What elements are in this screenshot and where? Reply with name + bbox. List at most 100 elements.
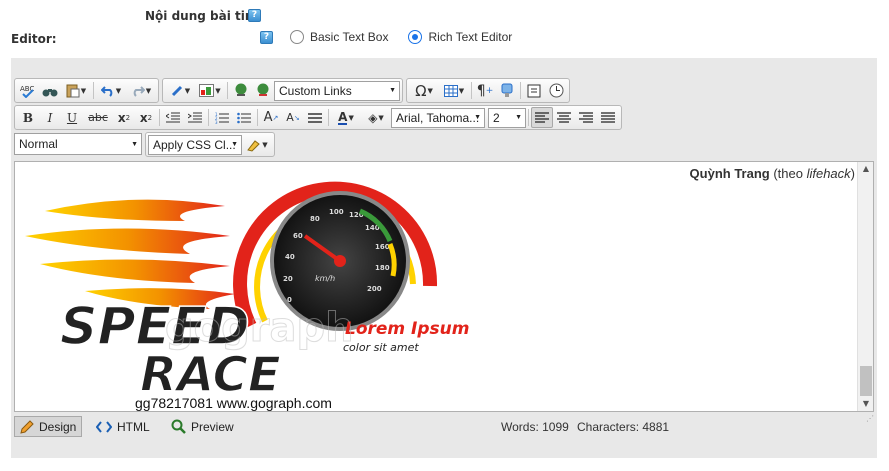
scroll-down-icon[interactable]: ▼ [858,397,873,411]
numbered-list-icon[interactable]: 123 [211,107,233,128]
indent-icon[interactable] [184,107,206,128]
speedometer-tick: 200 [367,285,382,293]
spellcheck-icon[interactable]: ABC [17,80,39,101]
toolbar-group-special: Ω ▼ ▼ ¶ + [406,78,570,103]
unlink-icon[interactable] [252,80,274,101]
magnifier-icon [171,419,186,434]
find-replace-icon[interactable] [39,80,61,101]
hyperlink-icon[interactable] [230,80,252,101]
horizontal-rule-icon[interactable] [304,107,326,128]
font-color-icon[interactable]: A ▼ [331,107,361,128]
image-caption: gg78217081 www.gograph.com [135,395,332,411]
html-mode-label: HTML [117,419,150,434]
superscript-icon[interactable]: x2 [113,107,135,128]
justify-icon[interactable] [597,107,619,128]
logo-tagline-1: Lorem Ipsum [345,319,470,339]
preview-mode-button[interactable]: Preview [166,416,239,437]
toolbar-row-2: B I U abc x2 x2 123 A ↗ A ↘ A ▼ ◈ ▼ Aria… [14,105,622,130]
paragraph-style-select[interactable]: Normal ▼ [14,133,142,155]
speedometer-tick: 40 [285,253,295,261]
watermark: gograph [165,305,354,351]
font-size-increase-icon[interactable]: A ↗ [260,107,282,128]
editor-status-bar: Design HTML Preview Words: 1099 Characte… [11,414,877,438]
redo-icon[interactable]: ▼ [126,80,156,101]
editor-content-area[interactable]: Quỳnh Trang (theo lifehack) 0 20 40 60 8… [14,161,874,412]
paragraph-mark-icon[interactable]: ¶ + [474,80,496,101]
toolbar-group-css: Apply CSS Cl... ▼ ▼ [145,132,275,157]
subscript-icon[interactable]: x2 [135,107,157,128]
highlight-icon[interactable]: ◈ ▼ [361,107,391,128]
editor-label: Editor: [11,32,57,46]
strikethrough-icon[interactable]: abc [83,107,113,128]
vertical-scrollbar[interactable]: ▲ ▼ [857,162,873,411]
toolbar-row-1: ABC ▼ ▼ ▼ ▼ ▼ Custom Links ▼ Ω ▼ ▼ ¶ + [14,78,570,103]
custom-links-select[interactable]: Custom Links ▼ [274,80,400,101]
scroll-up-icon[interactable]: ▲ [858,162,873,176]
basic-text-box-radio[interactable] [290,30,304,44]
speedometer-tick: 60 [293,232,303,240]
css-class-select[interactable]: Apply CSS Cl... ▼ [148,134,242,155]
font-family-select[interactable]: Arial, Tahoma... ▼ [391,107,485,128]
speedometer-tick: 20 [283,275,293,283]
html-mode-button[interactable]: HTML [91,416,155,437]
font-size-value: 2 [493,110,500,125]
design-mode-button[interactable]: Design [14,416,83,437]
byline: Quỳnh Trang (theo lifehack) [690,166,855,181]
css-class-value: Apply CSS Cl... [153,137,236,152]
image-manager-icon[interactable]: ▼ [195,80,225,101]
editor-help-icon[interactable]: ? [260,31,273,44]
logo-tagline-2: color sit amet [343,341,419,354]
bulleted-list-icon[interactable] [233,107,255,128]
font-size-select[interactable]: 2 ▼ [488,107,526,128]
symbol-icon[interactable]: Ω ▼ [409,80,439,101]
resize-grip-icon[interactable]: ⋰ [866,414,874,423]
print-icon[interactable] [523,80,545,101]
speedometer-unit: km/h [315,274,335,283]
source-suffix: ) [850,166,855,181]
speedometer-tick: 0 [287,296,292,304]
source-prefix: (theo [769,166,807,181]
source-name: lifehack [806,166,851,181]
custom-links-value: Custom Links [279,83,352,98]
chevron-down-icon: ▼ [474,114,481,121]
align-center-icon[interactable] [553,107,575,128]
design-mode-label: Design [39,419,77,434]
basic-text-box-label[interactable]: Basic Text Box [310,30,388,44]
outdent-icon[interactable] [162,107,184,128]
logo-line-2: RACE [140,347,281,401]
link-tool-icon[interactable]: ▼ [165,80,195,101]
speed-race-logo-image: 0 20 40 60 80 100 120 140 160 180 200 km… [25,181,470,401]
editor-mode-radio-group: Basic Text Box Rich Text Editor [290,30,526,44]
preview-mode-label: Preview [191,419,234,434]
toolbar-row-3: Normal ▼ Apply CSS Cl... ▼ ▼ [14,132,275,157]
align-right-icon[interactable] [575,107,597,128]
align-left-icon[interactable] [531,107,553,128]
speedometer-tick: 80 [310,215,320,223]
character-count: Characters: 4881 [577,420,670,434]
rich-text-editor: ABC ▼ ▼ ▼ ▼ ▼ Custom Links ▼ Ω ▼ ▼ ¶ + B… [11,58,877,458]
svg-text:3: 3 [215,120,218,124]
toolbar-group-insert: ▼ ▼ Custom Links ▼ [162,78,403,103]
rich-text-editor-label[interactable]: Rich Text Editor [428,30,512,44]
time-icon[interactable] [545,80,567,101]
pencil-icon [20,419,34,434]
scroll-thumb[interactable] [860,366,872,396]
template-icon[interactable] [496,80,518,101]
format-stripper-icon[interactable]: ▼ [242,134,272,155]
speedometer-tick: 180 [375,264,390,272]
font-family-value: Arial, Tahoma... [396,110,480,125]
help-icon[interactable]: ? [248,9,261,22]
italic-icon[interactable]: I [39,107,61,128]
bold-icon[interactable]: B [17,107,39,128]
font-size-decrease-icon[interactable]: A ↘ [282,107,304,128]
author-name: Quỳnh Trang [689,166,770,181]
speedometer-tick: 160 [375,243,390,251]
undo-icon[interactable]: ▼ [96,80,126,101]
underline-icon[interactable]: U [61,107,83,128]
code-brackets-icon [96,420,112,433]
rich-text-editor-radio[interactable] [408,30,423,44]
chevron-down-icon: ▼ [231,141,238,148]
table-icon[interactable]: ▼ [439,80,469,101]
paste-icon[interactable]: ▼ [61,80,91,101]
content-label: Nội dung bài tin: [145,9,259,23]
